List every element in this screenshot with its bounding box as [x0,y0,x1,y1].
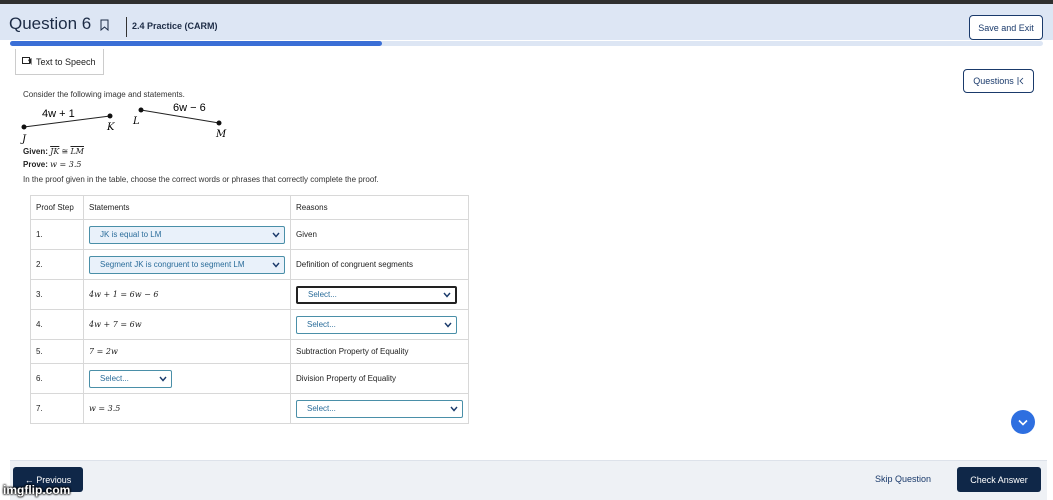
table-row: 1. JK is equal to LM Given [30,219,469,250]
prove-expression: w = 3.5 [50,160,82,169]
text-to-speech-button[interactable]: Text to Speech [15,49,104,75]
chevron-down-icon [272,232,280,238]
header-reasons: Reasons [290,195,469,220]
step-number: 7. [30,393,84,424]
given-prefix: Given: [23,147,48,156]
step-number: 1. [30,219,84,250]
select-value: JK is equal to LM [100,230,162,239]
chevron-down-icon [159,376,167,382]
chevron-down-icon [450,406,458,412]
tts-label: Text to Speech [36,56,96,67]
chevron-down-icon [1018,419,1028,426]
header-statements: Statements [83,195,291,220]
check-answer-button[interactable]: Check Answer [957,467,1041,492]
segments-figure: 4w + 1 6w − 6 J K L M [20,102,227,145]
statement-1-select[interactable]: JK is equal to LM [89,225,285,244]
step-number: 6. [30,363,84,394]
given-statement: Given: JK ≅ LM [23,147,84,156]
statement-text: 7 = 2w [83,339,291,364]
table-row: 2. Segment JK is congruent to segment LM… [30,249,469,280]
step-number: 4. [30,309,84,340]
select-value: Select... [307,404,336,413]
header-bar: Question 6 2.4 Practice (CARM) Save and … [0,4,1053,40]
header-proof-step: Proof Step [30,195,84,220]
header-divider [126,17,127,37]
select-value: Select... [308,290,337,299]
select-value: Segment JK is congruent to segment LM [100,260,245,269]
select-value: Select... [307,320,336,329]
given-segment-lm: LM [70,147,84,156]
table-row: 4. 4w + 7 = 6w Select... [30,309,469,340]
chevron-down-icon [443,292,451,298]
point-k-dot [107,113,113,119]
label-jk: 4w + 1 [42,108,75,120]
progress-fill [10,41,382,46]
statement-text: 4w + 7 = 6w [83,309,291,340]
proof-table: Proof Step Statements Reasons 1. JK is e… [30,195,469,424]
label-k: K [106,122,115,133]
point-m-dot [216,120,222,126]
questions-button[interactable]: Questions [963,69,1034,93]
instructions-text: In the proof given in the table, choose … [23,175,379,184]
bookmark-icon[interactable] [100,19,109,31]
intro-text: Consider the following image and stateme… [23,90,185,99]
step-number: 5. [30,339,84,364]
skip-question-link[interactable]: Skip Question [875,474,931,484]
point-l-dot [138,107,144,113]
label-m: M [215,129,227,140]
reason-3-select[interactable]: Select... [296,285,457,304]
reason-4-select[interactable]: Select... [296,315,457,334]
questions-label: Questions [973,76,1014,86]
table-row: 6. Select... Division Property of Equali… [30,363,469,394]
given-relation: ≅ [59,147,71,156]
speaker-icon [22,57,32,65]
progress-bar [10,41,1043,46]
step-number: 2. [30,249,84,280]
table-row: 3. 4w + 1 = 6w − 6 Select... [30,279,469,310]
assignment-title: 2.4 Practice (CARM) [132,21,218,31]
table-row: 5. 7 = 2w Subtraction Property of Equali… [30,339,469,364]
table-header-row: Proof Step Statements Reasons [30,195,469,220]
prove-statement: Prove: w = 3.5 [23,160,82,169]
chevron-down-icon [444,322,452,328]
statement-text: 4w + 1 = 6w − 6 [83,279,291,310]
prove-prefix: Prove: [23,160,48,169]
table-row: 7. w = 3.5 Select... [30,393,469,424]
statement-2-select[interactable]: Segment JK is congruent to segment LM [89,255,285,274]
reason-7-select[interactable]: Select... [296,399,463,418]
reason-text: Definition of congruent segments [290,249,469,280]
label-j: J [20,134,27,145]
select-value: Select... [100,374,129,383]
statement-text: w = 3.5 [83,393,291,424]
collapse-icon [1017,77,1024,85]
given-segment-jk: JK [50,147,60,156]
point-j-dot [21,124,27,130]
step-number: 3. [30,279,84,310]
reason-text: Subtraction Property of Equality [290,339,469,364]
statement-6-select[interactable]: Select... [89,369,172,388]
reason-text: Division Property of Equality [290,363,469,394]
watermark: imgflip.com [3,483,71,497]
label-lm: 6w − 6 [173,102,206,114]
question-title: Question 6 [9,14,92,33]
chevron-down-icon [272,262,280,268]
save-and-exit-button[interactable]: Save and Exit [969,15,1043,40]
label-l: L [132,116,140,127]
scroll-down-button[interactable] [1011,410,1035,434]
reason-text: Given [290,219,469,250]
